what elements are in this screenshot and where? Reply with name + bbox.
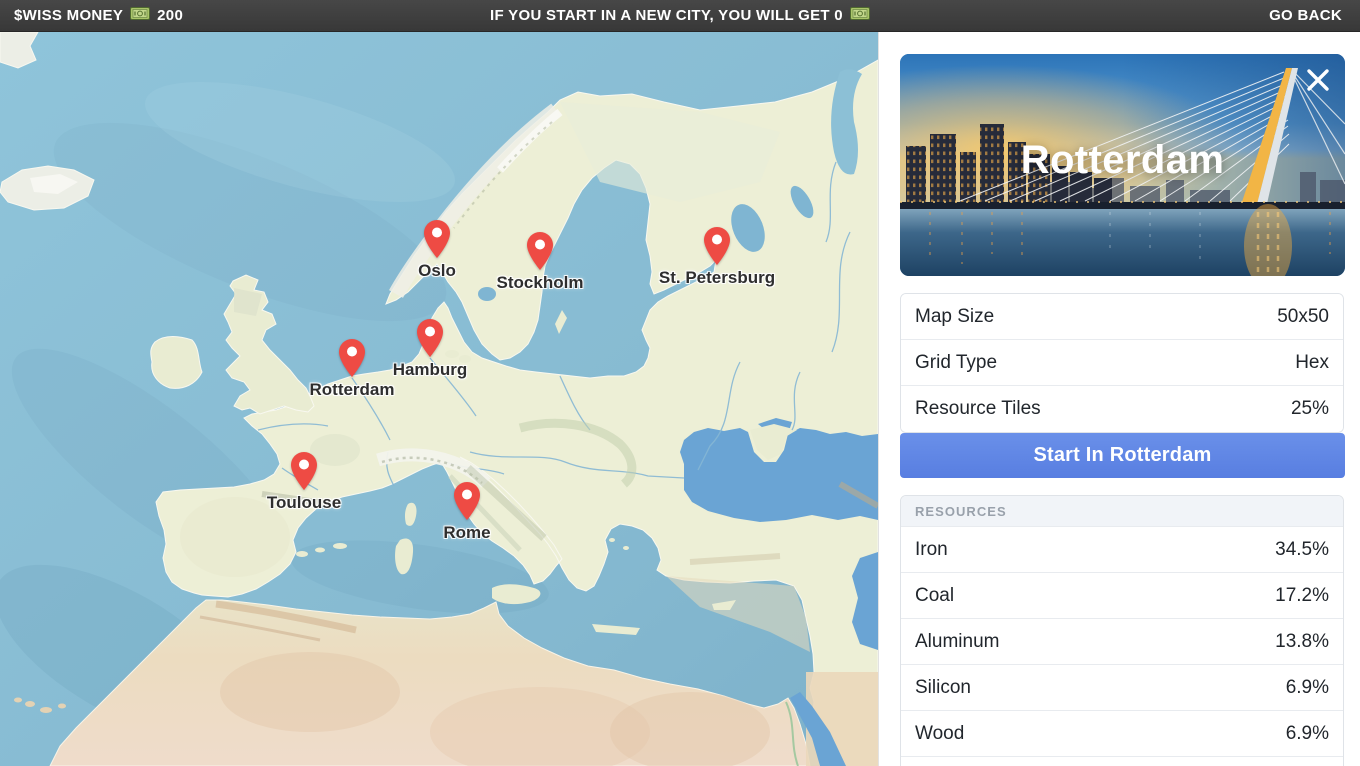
setting-label: Map Size	[915, 306, 994, 328]
map-pin-rome[interactable]: Rome	[454, 482, 480, 520]
start-in-city-button[interactable]: Start In Rotterdam	[900, 433, 1345, 478]
setting-row-resource-tiles: Resource Tiles 25%	[901, 386, 1343, 432]
city-photo-card: Rotterdam	[900, 54, 1345, 276]
city-label: Stockholm	[497, 273, 584, 293]
setting-label: Resource Tiles	[915, 398, 1041, 420]
resource-row-partial	[901, 757, 1343, 766]
city-label: Rome	[443, 523, 490, 543]
map-pin-st-petersburg[interactable]: St. Petersburg	[704, 227, 730, 265]
resource-value: 6.9%	[1286, 723, 1329, 745]
map-pin-toulouse[interactable]: Toulouse	[291, 452, 317, 490]
money-amount: 200	[157, 7, 183, 24]
money-icon	[130, 7, 150, 24]
close-icon[interactable]	[1305, 67, 1331, 93]
top-bar: IF YOU START IN A NEW CITY, YOU WILL GET…	[0, 0, 1360, 32]
city-label: Hamburg	[393, 360, 468, 380]
map-pin-stockholm[interactable]: Stockholm	[527, 232, 553, 270]
map-settings-group: Map Size 50x50 Grid Type Hex Resource Ti…	[900, 293, 1344, 433]
topbar-message-text: IF YOU START IN A NEW CITY, YOU WILL GET…	[490, 7, 843, 24]
map-pin-rotterdam[interactable]: Rotterdam	[339, 339, 365, 377]
resource-label: Silicon	[915, 677, 971, 699]
resource-value: 6.9%	[1286, 677, 1329, 699]
resource-label: Aluminum	[915, 631, 999, 653]
resource-row-wood: Wood 6.9%	[901, 711, 1343, 757]
go-back-button[interactable]: GO BACK	[1269, 7, 1360, 24]
resource-row-aluminum: Aluminum 13.8%	[901, 619, 1343, 665]
setting-value: 50x50	[1277, 306, 1329, 328]
setting-row-grid-type: Grid Type Hex	[901, 340, 1343, 386]
resource-value: 13.8%	[1275, 631, 1329, 653]
resource-row-iron: Iron 34.5%	[901, 527, 1343, 573]
topbar-message: IF YOU START IN A NEW CITY, YOU WILL GET…	[0, 7, 1360, 24]
city-label: Rotterdam	[309, 380, 394, 400]
map-pin-oslo[interactable]: Oslo	[424, 220, 450, 258]
money-label: $WISS MONEY	[14, 7, 123, 24]
setting-label: Grid Type	[915, 352, 997, 374]
setting-row-map-size: Map Size 50x50	[901, 294, 1343, 340]
money-icon	[850, 7, 870, 24]
resources-group: RESOURCES Iron 34.5% Coal 17.2% Aluminum…	[900, 495, 1344, 766]
setting-value: Hex	[1295, 352, 1329, 374]
resources-header: RESOURCES	[901, 496, 1343, 527]
map-pin-hamburg[interactable]: Hamburg	[417, 319, 443, 357]
terrain-basemap	[0, 32, 878, 766]
city-label: Toulouse	[267, 493, 341, 513]
city-panel: Rotterdam Map Size 50x50 Grid Type Hex R…	[878, 32, 1360, 766]
setting-value: 25%	[1291, 398, 1329, 420]
resource-value: 17.2%	[1275, 585, 1329, 607]
city-label: St. Petersburg	[659, 268, 775, 288]
resource-row-coal: Coal 17.2%	[901, 573, 1343, 619]
resource-label: Iron	[915, 539, 948, 561]
resource-value: 34.5%	[1275, 539, 1329, 561]
city-label: Oslo	[418, 261, 456, 281]
money-counter: $WISS MONEY 200	[0, 7, 183, 24]
rotterdam-photo	[900, 54, 1345, 276]
resource-row-silicon: Silicon 6.9%	[901, 665, 1343, 711]
resource-label: Wood	[915, 723, 964, 745]
europe-map[interactable]: Oslo Stockholm St. Petersburg Hamburg Ro…	[0, 32, 878, 766]
resource-label: Coal	[915, 585, 954, 607]
